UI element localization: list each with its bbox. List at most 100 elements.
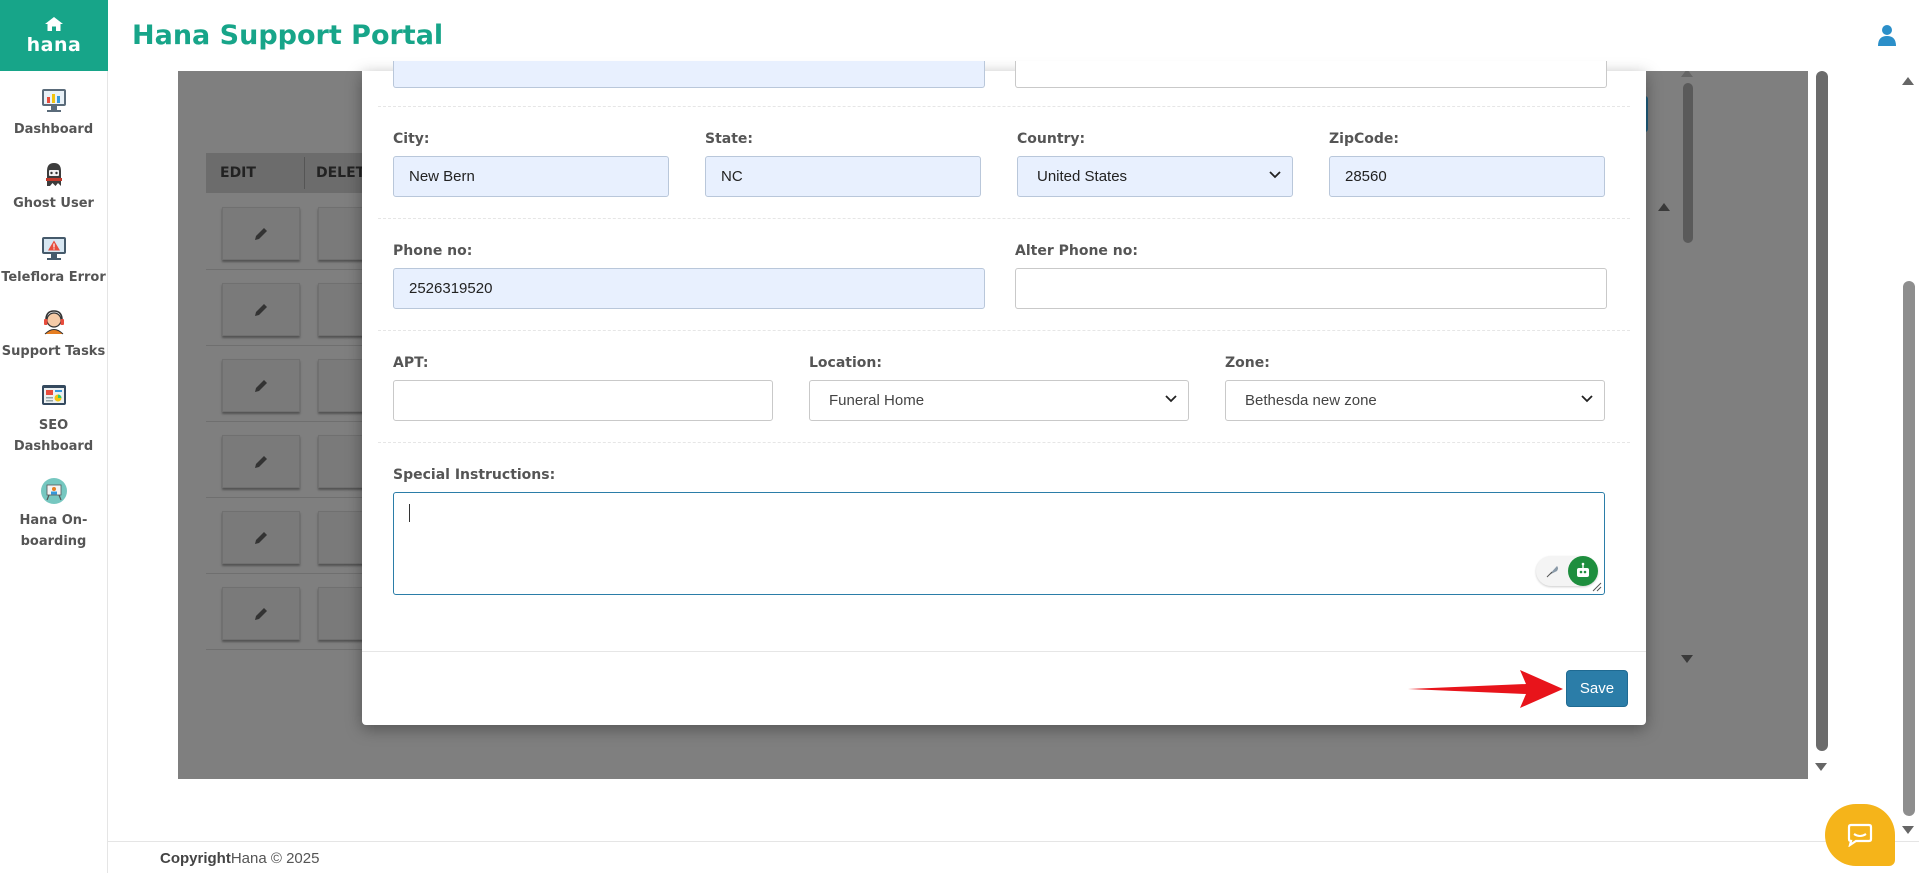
zone-label: Zone: <box>1225 355 1270 371</box>
sidebar-item-seo-dashboard[interactable]: SEO Dashboard <box>0 367 107 462</box>
edit-button <box>222 511 300 564</box>
form-row-phone: Phone no: 2526319520 Alter Phone no: <box>378 219 1630 331</box>
copyright-value: Hana © 2025 <box>230 850 320 867</box>
country-select-value: United States <box>1017 156 1293 197</box>
chat-bubble-icon <box>1847 823 1873 847</box>
zone-select[interactable]: Bethesda new zone <box>1225 380 1605 421</box>
column-header-edit: EDIT <box>220 165 256 181</box>
city-input[interactable]: New Bern <box>393 156 669 197</box>
sidebar-item-label: SEO Dashboard <box>13 418 94 454</box>
state-group: State: NC <box>705 131 981 197</box>
sidebar-item-label: Support Tasks <box>1 344 106 359</box>
scroll-down-arrow-icon[interactable] <box>1815 763 1827 771</box>
table-scrollbar[interactable] <box>1676 71 1698 671</box>
pencil-icon <box>255 379 267 392</box>
dashboard-chart-icon <box>41 89 66 112</box>
home-icon <box>45 16 63 31</box>
pencil-icon <box>255 607 267 620</box>
edit-button <box>222 207 300 260</box>
address-modal: City: New Bern State: NC Country: United… <box>362 61 1646 725</box>
pencil-icon <box>255 227 267 240</box>
copyright-label: Copyright <box>160 850 231 867</box>
sidebar-item-dashboard[interactable]: Dashboard <box>0 71 107 145</box>
text-caret <box>409 504 410 522</box>
location-label: Location: <box>809 355 882 371</box>
pencil-icon <box>255 455 267 468</box>
special-instructions-textarea[interactable] <box>393 492 1605 595</box>
chevron-down-icon <box>1581 395 1593 403</box>
location-select-value: Funeral Home <box>809 380 1189 421</box>
support-agent-icon <box>43 310 64 335</box>
country-label: Country: <box>1017 131 1086 147</box>
location-select[interactable]: Funeral Home <box>809 380 1189 421</box>
top-header: Hana Support Portal <box>108 0 1919 71</box>
sidebar-item-teleflora-error[interactable]: Teleflora Error <box>0 219 107 293</box>
scrollbar-thumb[interactable] <box>1903 281 1915 816</box>
sidebar-item-label: Dashboard <box>13 122 94 137</box>
sidebar-item-label: Ghost User <box>13 196 94 211</box>
form-row-apt: APT: Location: Funeral Home Zone: Bethes… <box>378 331 1630 443</box>
sidebar-item-label: Teleflora Error <box>1 270 106 285</box>
city-label: City: <box>393 131 430 147</box>
window-scrollbar[interactable] <box>1897 71 1919 841</box>
resize-handle-icon[interactable] <box>1592 582 1602 592</box>
robot-icon <box>1577 562 1589 577</box>
country-group: Country: United States <box>1017 131 1293 197</box>
scrollbar-thumb[interactable] <box>1816 71 1828 751</box>
sidebar-item-ghost-user[interactable]: Ghost User <box>0 145 107 219</box>
sidebar-item-label: Hana On-boarding <box>19 513 88 549</box>
phone-input[interactable]: 2526319520 <box>393 268 985 309</box>
sidebar-item-hana-onboarding[interactable]: Hana On-boarding <box>0 462 107 557</box>
state-input[interactable]: NC <box>705 156 981 197</box>
apt-input[interactable] <box>393 380 773 421</box>
edit-button <box>222 435 300 488</box>
scroll-up-arrow-icon[interactable] <box>1902 77 1914 85</box>
alter-phone-group: Alter Phone no: <box>1015 243 1607 309</box>
ghost-user-icon <box>45 163 62 186</box>
phone-label: Phone no: <box>393 243 473 259</box>
apt-label: APT: <box>393 355 429 371</box>
onboarding-icon <box>40 478 67 504</box>
scroll-down-arrow-icon[interactable] <box>1681 655 1693 663</box>
zipcode-input[interactable]: 28560 <box>1329 156 1605 197</box>
phone-group: Phone no: 2526319520 <box>393 243 985 309</box>
address-field-partial[interactable] <box>393 61 985 88</box>
annotation-arrow-icon <box>1408 670 1563 708</box>
writing-assistant-toolbar <box>1536 556 1598 586</box>
scroll-down-arrow-icon[interactable] <box>1902 826 1914 834</box>
apt-group: APT: <box>393 355 773 421</box>
zipcode-label: ZipCode: <box>1329 131 1399 147</box>
edit-button <box>222 587 300 640</box>
brand-logo[interactable]: hana <box>0 0 108 71</box>
scroll-up-arrow-icon[interactable] <box>1681 71 1693 77</box>
state-label: State: <box>705 131 754 147</box>
pencil-icon <box>255 531 267 544</box>
sidebar: hana Dashboard Ghost User Teleflora Erro… <box>0 0 108 873</box>
alter-phone-input[interactable] <box>1015 268 1607 309</box>
special-instructions-label: Special Instructions: <box>393 467 556 483</box>
table-scroll-up-arrow-icon[interactable] <box>1658 203 1670 211</box>
copyright-text: CopyrightHana © 2025 <box>160 850 319 867</box>
edit-button <box>222 283 300 336</box>
save-button[interactable]: Save <box>1566 670 1628 707</box>
country-select[interactable]: United States <box>1017 156 1293 197</box>
content-scrollbar[interactable] <box>1810 71 1832 779</box>
page-footer: CopyrightHana © 2025 <box>108 841 1919 873</box>
scrollbar-thumb[interactable] <box>1683 83 1693 243</box>
zone-group: Zone: Bethesda new zone <box>1225 355 1605 421</box>
feather-pen-icon[interactable] <box>1545 563 1561 579</box>
zone-select-value: Bethesda new zone <box>1225 380 1605 421</box>
address-field-2-partial[interactable] <box>1015 61 1607 88</box>
teleflora-error-icon <box>41 237 66 260</box>
page-title: Hana Support Portal <box>132 20 444 51</box>
zipcode-group: ZipCode: 28560 <box>1329 131 1605 197</box>
brand-name: hana <box>26 33 82 56</box>
sidebar-item-support-tasks[interactable]: Support Tasks <box>0 293 107 367</box>
chat-widget-button[interactable] <box>1825 804 1895 866</box>
form-row-instructions: Special Instructions: <box>378 443 1630 651</box>
special-instructions-group: Special Instructions: <box>393 467 1605 595</box>
pencil-icon <box>255 303 267 316</box>
edit-button <box>222 359 300 412</box>
column-header-delete: DELET <box>316 165 366 181</box>
user-profile-icon[interactable] <box>1877 24 1897 46</box>
